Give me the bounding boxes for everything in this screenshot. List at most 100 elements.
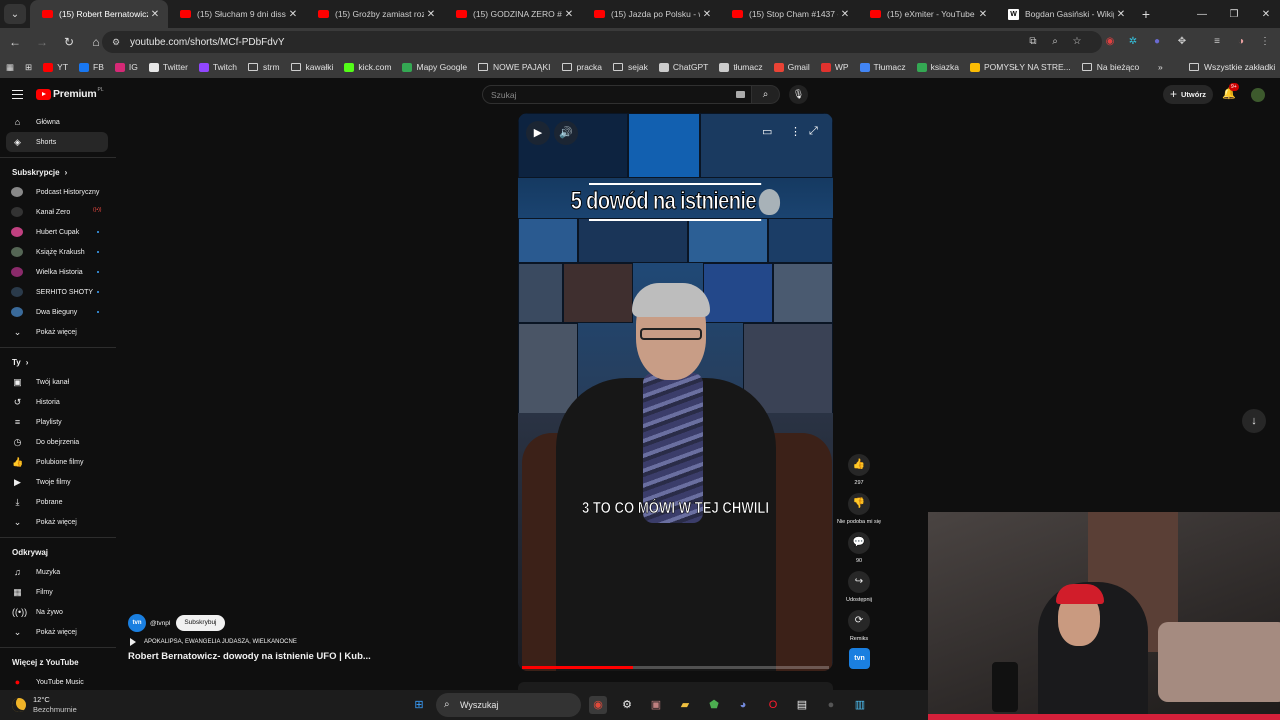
bookmark-item[interactable]: ChatGPT	[658, 62, 708, 72]
minimize-button[interactable]: —	[1186, 0, 1218, 28]
bookmark-item[interactable]: Mapy Google	[402, 62, 467, 72]
tab-search-button[interactable]: ⌄	[4, 4, 26, 24]
keyboard-icon[interactable]	[736, 91, 745, 98]
browser-tab[interactable]: (15) Groźby zamiast rozm ✕	[306, 0, 444, 28]
bookmark-item[interactable]: sejak	[613, 62, 648, 72]
volume-button[interactable]: 🔊	[554, 121, 578, 145]
browser-tab[interactable]: (15) Jazda po Polsku - wy ✕	[582, 0, 720, 28]
extensions-puzzle-icon[interactable]: ✥	[1175, 35, 1189, 49]
browser-tab[interactable]: (15) GODZINA ZERO #18:✕	[444, 0, 582, 28]
sidebar-item[interactable]: ♫ Muzyka	[0, 562, 116, 582]
bookmark-item[interactable]: IG	[114, 62, 138, 72]
sidebar-item[interactable]: ▶ Twoje filmy	[0, 472, 116, 492]
bookmark-item[interactable]: YT	[43, 62, 68, 72]
obs-icon[interactable]: ●	[822, 696, 840, 714]
bookmark-item[interactable]: pracka	[561, 62, 602, 72]
video-title[interactable]: Robert Bernatowicz- dowody na istnienie …	[128, 651, 371, 662]
fullscreen-icon[interactable]: ⤢	[809, 125, 818, 138]
video-tags[interactable]: APOKALIPSA, EWANGELIA JUDASZA, WIELKANOC…	[128, 638, 371, 646]
create-button[interactable]: + Utwórz	[1163, 85, 1213, 104]
apps-icon[interactable]: ▦	[6, 62, 14, 73]
sidebar-item[interactable]: SERHITO SHOTY	[0, 282, 116, 302]
bookmark-star-icon[interactable]: ☆	[1070, 35, 1084, 49]
sidebar-item[interactable]: ▣ Twój kanał	[0, 372, 116, 392]
like-button[interactable]: 👍 297	[845, 454, 873, 486]
channel-avatar[interactable]: tvn	[128, 614, 146, 632]
sidebar-item[interactable]: ● YouTube Music	[0, 672, 116, 692]
play-button[interactable]: ▶	[526, 121, 550, 145]
bookmark-item[interactable]: kick.com	[344, 62, 391, 72]
sidebar-item[interactable]: ▦ Filmy	[0, 582, 116, 602]
bookmark-item[interactable]: Tłumacz	[859, 62, 906, 72]
sidebar-item[interactable]: ↺ Historia	[0, 392, 116, 412]
captions-icon[interactable]: ▭	[762, 125, 772, 138]
close-icon[interactable]: ✕	[700, 9, 714, 20]
browser-tab[interactable]: (15) Stop Cham #1437 - I ✕	[720, 0, 858, 28]
notes-icon[interactable]: ▤	[793, 696, 811, 714]
close-icon[interactable]: ✕	[424, 9, 438, 20]
record-extension-icon[interactable]: ◉	[1103, 35, 1117, 49]
comments-button[interactable]: 💬 90	[845, 532, 873, 564]
progress-bar[interactable]	[522, 666, 829, 669]
bookmark-item[interactable]: kawałki	[290, 62, 333, 72]
next-short-button[interactable]: ↓	[1242, 409, 1266, 433]
address-bar[interactable]: ⚙ youtube.com/shorts/MCf-PDbFdvY ⧉ ⌕ ☆	[102, 31, 1102, 53]
close-icon[interactable]: ✕	[838, 9, 852, 20]
sidebar-item[interactable]: Kanał Zero ((•))	[0, 202, 116, 222]
bookmark-item[interactable]: Gmail	[773, 62, 810, 72]
remix-button[interactable]: ⟳ Remiks	[845, 610, 873, 642]
browser-tab[interactable]: W Bogdan Gasiński - Wikipe ✕	[996, 0, 1134, 28]
channel-handle[interactable]: @tvnpl	[150, 620, 170, 627]
opera-icon[interactable]: O	[764, 696, 782, 714]
new-tab-button[interactable]: +	[1134, 6, 1158, 22]
notifications-button[interactable]: 🔔 9+	[1222, 83, 1239, 100]
sidebar-item[interactable]: ◈ Shorts	[6, 132, 108, 152]
bookmark-item[interactable]: NOWE PAJĄKI	[478, 62, 551, 72]
sidebar-item[interactable]: ((•)) Na żywo	[0, 602, 116, 622]
app-icon[interactable]: ⚙	[618, 696, 636, 714]
search-input[interactable]: Szukaj	[482, 85, 752, 104]
browser-tab[interactable]: (15) eXmiter - YouTube ✕	[858, 0, 996, 28]
shield-icon[interactable]: ⬟	[705, 696, 723, 714]
site-info-icon[interactable]: ⚙	[112, 37, 128, 48]
sidebar-item[interactable]: ⌄ Pokaż więcej	[0, 512, 116, 532]
grid-icon[interactable]: ⊞	[25, 62, 32, 73]
sidebar-section-header[interactable]: Więcej z YouTube	[0, 652, 116, 672]
sidebar-item[interactable]: Dwa Bieguny	[0, 302, 116, 322]
close-icon[interactable]: ✕	[562, 9, 576, 20]
weather-widget[interactable]: 12°C Bezchmurnie	[12, 695, 77, 714]
sidebar-item[interactable]: ≡ Playlisty	[0, 412, 116, 432]
bookmark-item[interactable]: Twitch	[198, 62, 237, 72]
photos-icon[interactable]: ▣	[647, 696, 665, 714]
discord-icon[interactable]: ◕	[734, 696, 752, 714]
bookmark-item[interactable]: strm	[248, 62, 280, 72]
more-bookmarks-icon[interactable]: »	[1158, 62, 1163, 72]
subscribe-button[interactable]: Subskrybuj	[176, 615, 225, 631]
restore-button[interactable]: ❐	[1218, 0, 1250, 28]
bookmark-item[interactable]: FB	[79, 62, 104, 72]
channel-thumbnail[interactable]: tvn	[849, 648, 870, 669]
forward-button[interactable]: →	[30, 30, 54, 54]
file-explorer-icon[interactable]: ▰	[676, 696, 694, 714]
sidebar-section-header[interactable]: Subskrypcje ›	[0, 162, 116, 182]
zoom-icon[interactable]: ⌕	[1048, 35, 1062, 49]
chrome-icon[interactable]: ◉	[589, 696, 607, 714]
browser-tab[interactable]: (15) Słucham 9 dni dissu ✕	[168, 0, 306, 28]
browser-tab[interactable]: (15) Robert Bernatowicz- ✕	[30, 0, 168, 28]
search-button[interactable]: ⌕	[752, 85, 780, 104]
sidebar-item[interactable]: Podcast Historyczny	[0, 182, 116, 202]
back-button[interactable]: ←	[3, 30, 27, 54]
voice-search-button[interactable]: 🎙	[789, 85, 808, 104]
profile-icon[interactable]: ◑	[1234, 35, 1248, 49]
sidebar-item[interactable]: Wielka Historia	[0, 262, 116, 282]
bookmark-item[interactable]: tłumacz	[719, 62, 763, 72]
dislike-button[interactable]: 👎 Nie podoba mi się	[837, 493, 881, 525]
sidebar-item[interactable]: Hubert Cupak	[0, 222, 116, 242]
youtube-logo[interactable]: Premium PL	[36, 87, 104, 100]
close-icon[interactable]: ✕	[148, 9, 162, 20]
sidebar-section-header[interactable]: Ty ›	[0, 352, 116, 372]
share-button[interactable]: ↪ Udostępnij	[845, 571, 873, 603]
close-window-button[interactable]: ✕	[1250, 0, 1280, 28]
notepad-icon[interactable]: ▥	[851, 696, 869, 714]
extension-icon[interactable]: ✲	[1126, 35, 1140, 49]
